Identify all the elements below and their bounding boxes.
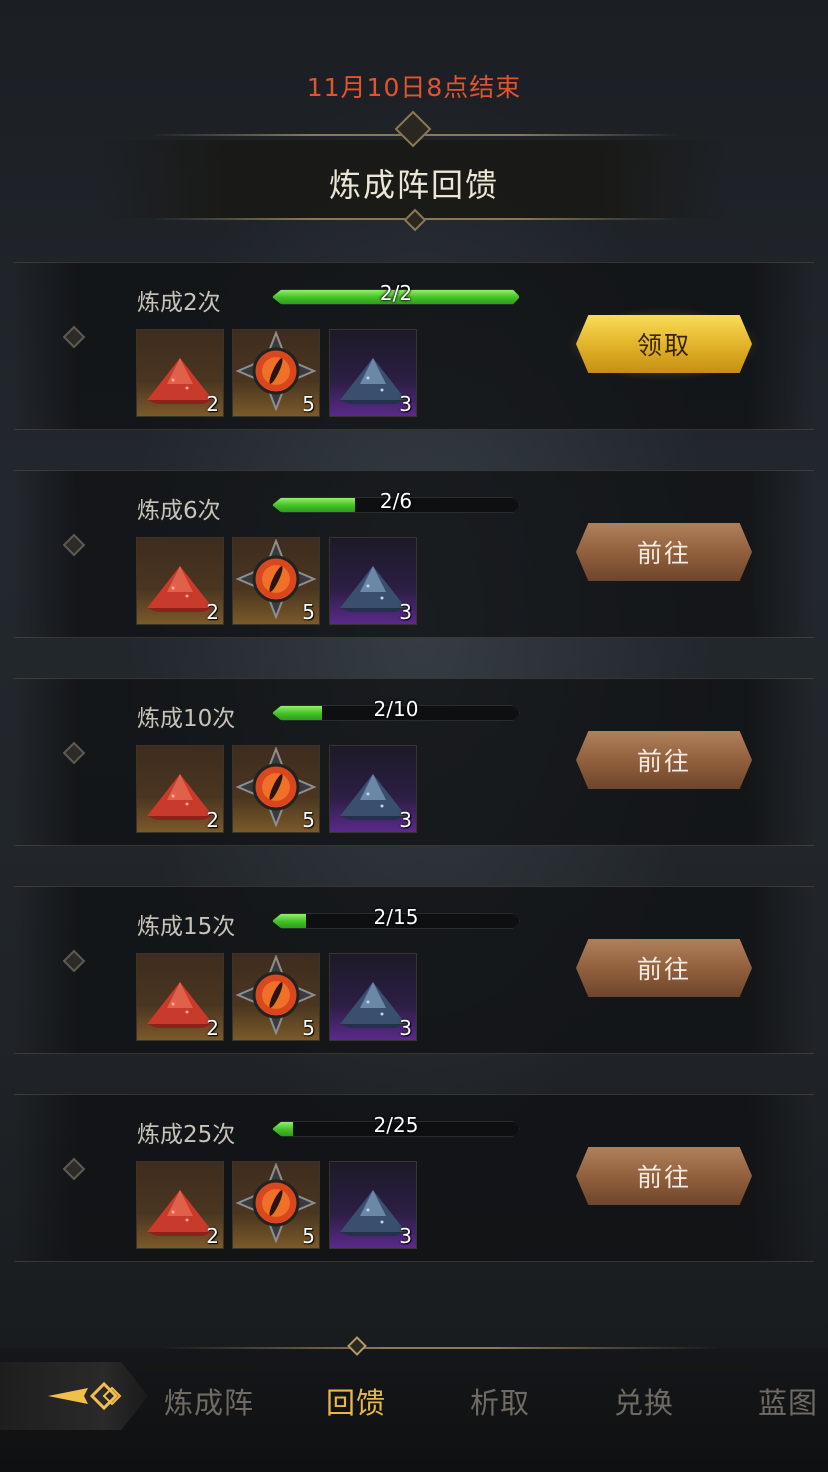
goto-button[interactable]: 前往 bbox=[576, 523, 752, 581]
item-count: 3 bbox=[399, 600, 412, 624]
reward-item[interactable]: 3 bbox=[329, 1161, 417, 1249]
event-end-time: 11月10日8点结束 bbox=[306, 73, 522, 102]
nav-tab[interactable]: 回馈 bbox=[326, 1380, 386, 1422]
progress-text: 2/25 bbox=[373, 1113, 419, 1137]
nav-tab[interactable]: 炼成阵 bbox=[164, 1380, 254, 1422]
item-count: 5 bbox=[302, 600, 315, 624]
reward-row: 炼成25次 2/25 2 5 3 前往 bbox=[14, 1094, 814, 1262]
reward-item[interactable]: 2 bbox=[136, 537, 224, 625]
item-count: 2 bbox=[206, 808, 219, 832]
milestone-label: 炼成25次 bbox=[137, 1122, 236, 1148]
item-count: 3 bbox=[399, 392, 412, 416]
item-count: 3 bbox=[399, 808, 412, 832]
reward-item[interactable]: 3 bbox=[329, 537, 417, 625]
row-marker-icon bbox=[62, 741, 86, 765]
nav-tab[interactable]: 蓝图 bbox=[758, 1380, 818, 1422]
reward-item[interactable]: 2 bbox=[136, 1161, 224, 1249]
milestone-label: 炼成6次 bbox=[137, 498, 221, 524]
reward-row: 炼成2次 2/2 2 5 3 领取 bbox=[14, 262, 814, 430]
reward-item[interactable]: 5 bbox=[232, 329, 320, 417]
reward-item[interactable]: 5 bbox=[232, 1161, 320, 1249]
reward-row: 炼成15次 2/15 2 5 3 前往 bbox=[14, 886, 814, 1054]
milestone-label: 炼成2次 bbox=[137, 290, 221, 316]
item-count: 5 bbox=[302, 808, 315, 832]
reward-item[interactable]: 2 bbox=[136, 745, 224, 833]
nav-divider bbox=[160, 1347, 720, 1349]
reward-item[interactable]: 2 bbox=[136, 953, 224, 1041]
row-marker-icon bbox=[62, 325, 86, 349]
item-count: 3 bbox=[399, 1016, 412, 1040]
milestone-label: 炼成15次 bbox=[137, 914, 236, 940]
reward-item[interactable]: 5 bbox=[232, 953, 320, 1041]
item-count: 2 bbox=[206, 392, 219, 416]
back-button[interactable] bbox=[0, 1362, 148, 1430]
item-count: 2 bbox=[206, 600, 219, 624]
reward-item[interactable]: 3 bbox=[329, 745, 417, 833]
reward-item[interactable]: 5 bbox=[232, 745, 320, 833]
progress-text: 2/10 bbox=[373, 697, 419, 721]
item-count: 2 bbox=[206, 1016, 219, 1040]
row-marker-icon bbox=[62, 949, 86, 973]
milestone-label: 炼成10次 bbox=[137, 706, 236, 732]
reward-item[interactable]: 5 bbox=[232, 537, 320, 625]
progress-text: 2/6 bbox=[379, 489, 413, 513]
nav-tab[interactable]: 析取 bbox=[470, 1380, 530, 1422]
goto-button[interactable]: 前往 bbox=[576, 939, 752, 997]
item-count: 3 bbox=[399, 1224, 412, 1248]
row-marker-icon bbox=[62, 533, 86, 557]
nav-tab[interactable]: 兑换 bbox=[614, 1380, 674, 1422]
progress-text: 2/15 bbox=[373, 905, 419, 929]
page-title: 炼成阵回馈 bbox=[328, 166, 499, 204]
row-marker-icon bbox=[62, 1157, 86, 1181]
item-count: 5 bbox=[302, 1016, 315, 1040]
item-count: 5 bbox=[302, 1224, 315, 1248]
goto-button[interactable]: 前往 bbox=[576, 731, 752, 789]
item-count: 5 bbox=[302, 392, 315, 416]
progress-text: 2/2 bbox=[379, 281, 413, 305]
reward-row: 炼成6次 2/6 2 5 3 前往 bbox=[14, 470, 814, 638]
goto-button[interactable]: 前往 bbox=[576, 1147, 752, 1205]
reward-item[interactable]: 2 bbox=[136, 329, 224, 417]
back-arrow-icon bbox=[48, 1381, 122, 1411]
claim-button[interactable]: 领取 bbox=[576, 315, 752, 373]
reward-row: 炼成10次 2/10 2 5 3 前往 bbox=[14, 678, 814, 846]
reward-item[interactable]: 3 bbox=[329, 953, 417, 1041]
reward-item[interactable]: 3 bbox=[329, 329, 417, 417]
item-count: 2 bbox=[206, 1224, 219, 1248]
